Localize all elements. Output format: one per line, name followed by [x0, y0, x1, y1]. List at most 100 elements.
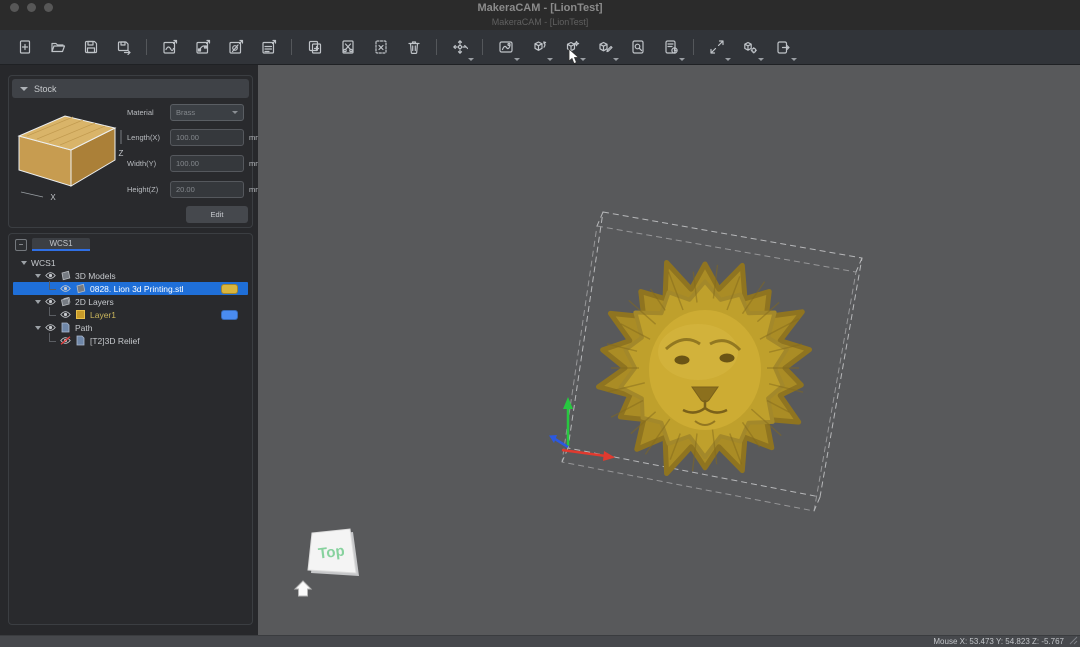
status-bar: Mouse X: 53.473 Y: 54.823 Z: -5.767 — [0, 635, 1080, 647]
sidebar: Stock Z X Material Brass Length — [0, 65, 258, 635]
view-cube-top-label: Top — [317, 542, 345, 562]
transform-button[interactable] — [443, 32, 476, 62]
width-input[interactable] — [170, 155, 244, 172]
preview-toolpath-icon — [630, 39, 646, 55]
viewport[interactable]: Top — [258, 65, 1080, 635]
new-file-button[interactable] — [8, 32, 41, 62]
import-gcode-button[interactable] — [252, 32, 285, 62]
resize-grip[interactable] — [1069, 636, 1078, 645]
tree-list: WCS13D Models0828. Lion 3d Printing.stl2… — [13, 256, 248, 347]
visibility-icon[interactable] — [60, 284, 71, 293]
delete-button[interactable] — [397, 32, 430, 62]
rotate-model-button[interactable] — [522, 32, 555, 62]
visibility-off-icon[interactable] — [60, 336, 71, 345]
model-icon — [60, 270, 71, 281]
layers-icon — [60, 296, 71, 307]
width-row: Width(Y) mm — [127, 155, 262, 172]
lion-eye-right — [720, 354, 735, 363]
export-gcode-button[interactable] — [766, 32, 799, 62]
viewport-canvas[interactable]: Top — [258, 65, 1080, 635]
length-label: Length(X) — [127, 133, 165, 142]
stock-preview-image: Z X — [15, 108, 127, 202]
length-row: Length(X) mm — [127, 129, 262, 146]
layer-color-icon — [75, 309, 86, 320]
tree-branch-line — [49, 307, 56, 316]
material-value: Brass — [176, 108, 195, 117]
collapse-tree-button[interactable]: − — [15, 239, 27, 251]
save-file-icon — [83, 39, 99, 55]
title-bar: MakeraCAM - [LionTest] MakeraCAM - [Lion… — [0, 0, 1080, 30]
tree-item-label: Path — [75, 323, 238, 333]
wcs-tab-bar: − WCS1 — [9, 234, 252, 252]
toolbar-separator — [482, 39, 483, 55]
edit-stock-button[interactable]: Edit — [186, 206, 248, 223]
view-cube[interactable]: Top — [308, 529, 359, 576]
import-vector-button[interactable] — [186, 32, 219, 62]
open-file-button[interactable] — [41, 32, 74, 62]
height-row: Height(Z) mm — [127, 181, 262, 198]
color-swatch[interactable] — [221, 310, 238, 320]
material-select[interactable]: Brass — [170, 104, 244, 121]
import-curve-button[interactable] — [153, 32, 186, 62]
chevron-down-icon — [613, 58, 619, 61]
axis-x-label: X — [50, 193, 56, 202]
visibility-icon[interactable] — [45, 297, 56, 306]
chevron-down-icon — [758, 58, 764, 61]
chevron-down-icon — [468, 58, 474, 61]
tree-item-3d-relief[interactable]: [T2]3D Relief — [13, 334, 248, 347]
chevron-down-icon[interactable] — [35, 326, 41, 330]
stock-panel-header[interactable]: Stock — [12, 79, 249, 98]
home-view-arrow[interactable] — [295, 581, 311, 596]
height-input[interactable] — [170, 181, 244, 198]
axis-gizmo — [549, 397, 615, 461]
chevron-down-icon — [232, 111, 238, 114]
app-window: MakeraCAM - [LionTest] MakeraCAM - [Lion… — [0, 0, 1080, 647]
chevron-down-icon — [514, 58, 520, 61]
paste-button[interactable] — [364, 32, 397, 62]
color-swatch[interactable] — [221, 284, 238, 294]
import-model-button[interactable] — [219, 32, 252, 62]
import-vector-icon — [195, 39, 211, 55]
axis-z-label: Z — [119, 149, 124, 158]
preview-toolpath-button[interactable] — [621, 32, 654, 62]
save-file-button[interactable] — [74, 32, 107, 62]
chevron-down-icon[interactable] — [35, 300, 41, 304]
trace-image-button[interactable] — [489, 32, 522, 62]
edit-model-button[interactable] — [588, 32, 621, 62]
height-label: Height(Z) — [127, 185, 165, 194]
rotate-model-icon — [531, 39, 547, 55]
toolbar-separator — [436, 39, 437, 55]
tree-item-layer1[interactable]: Layer1 — [13, 308, 248, 321]
copy-button[interactable] — [298, 32, 331, 62]
toolbar — [0, 30, 1080, 65]
tree-item-wcs1[interactable]: WCS1 — [13, 256, 248, 269]
tree-branch-line — [49, 333, 56, 342]
toolpath-doc-icon — [75, 335, 86, 346]
import-model-icon — [228, 39, 244, 55]
mouse-cursor — [568, 48, 580, 65]
fit-view-button[interactable] — [700, 32, 733, 62]
export-gcode-icon — [775, 39, 791, 55]
material-label: Material — [127, 108, 165, 117]
tab-wcs1[interactable]: WCS1 — [32, 238, 90, 251]
x-axis-arrow — [562, 450, 606, 456]
lion-relief-model[interactable] — [599, 263, 810, 474]
toolbar-separator — [146, 39, 147, 55]
machine-config-button[interactable] — [733, 32, 766, 62]
visibility-icon[interactable] — [45, 271, 56, 280]
toolbar-separator — [693, 39, 694, 55]
cut-button[interactable] — [331, 32, 364, 62]
edit-model-icon — [597, 39, 613, 55]
material-row: Material Brass — [127, 104, 244, 121]
lion-eye-left — [675, 356, 690, 365]
tree-item-lion-model[interactable]: 0828. Lion 3d Printing.stl — [13, 282, 248, 295]
chevron-down-icon[interactable] — [35, 274, 41, 278]
length-input[interactable] — [170, 129, 244, 146]
visibility-icon[interactable] — [60, 310, 71, 319]
tree-item-label: [T2]3D Relief — [90, 336, 238, 346]
visibility-icon[interactable] — [45, 323, 56, 332]
save-as-button[interactable] — [107, 32, 140, 62]
chevron-down-icon[interactable] — [21, 261, 27, 265]
window-title: MakeraCAM - [LionTest] — [0, 2, 1080, 14]
simulate-toolpath-button[interactable] — [654, 32, 687, 62]
